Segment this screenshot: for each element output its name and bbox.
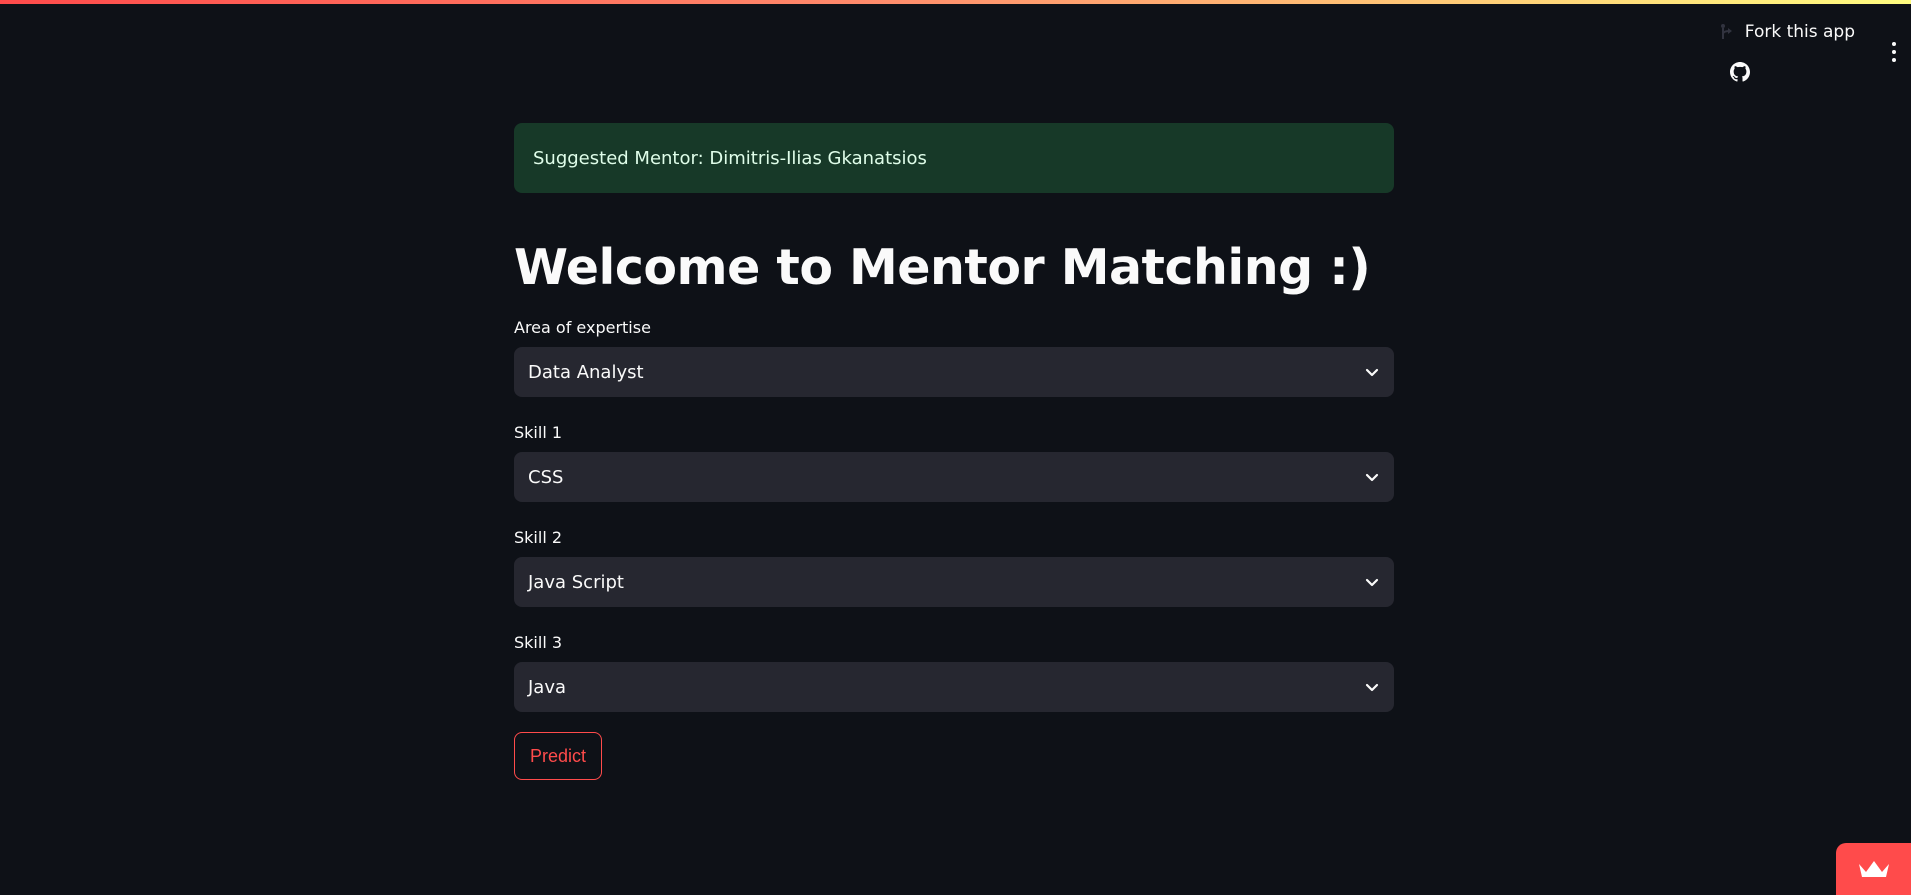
chevron-down-icon	[1365, 368, 1379, 377]
skill-2-field: Skill 2 Java Script	[514, 528, 1394, 607]
chevron-down-icon	[1365, 578, 1379, 587]
skill-2-select[interactable]: Java Script	[514, 557, 1394, 607]
toolbar: Fork this app	[1719, 22, 1855, 42]
kebab-dot	[1892, 42, 1896, 46]
alert-text: Suggested Mentor: Dimitris-Ilias Gkanats…	[533, 147, 927, 169]
skill-3-label: Skill 3	[514, 633, 563, 652]
fork-icon	[1720, 24, 1732, 39]
skill-3-field: Skill 3 Java	[514, 633, 1394, 712]
streamlit-badge[interactable]	[1836, 843, 1911, 895]
streamlit-crown-icon	[1858, 861, 1889, 877]
predict-button[interactable]: Predict	[514, 732, 603, 780]
kebab-dot	[1892, 58, 1896, 62]
skill-1-label: Skill 1	[514, 423, 563, 442]
chevron-down-icon	[1365, 473, 1379, 482]
select-value: CSS	[528, 466, 564, 488]
github-icon[interactable]	[1730, 62, 1750, 82]
top-decoration-bar	[0, 0, 1911, 4]
skill-1-field: Skill 1 CSS	[514, 423, 1394, 502]
area-of-expertise-select[interactable]: Data Analyst	[514, 347, 1394, 397]
fork-app-button[interactable]: Fork this app	[1745, 22, 1855, 42]
main-content: Suggested Mentor: Dimitris-Ilias Gkanats…	[514, 123, 1394, 780]
chevron-down-icon	[1365, 683, 1379, 692]
skill-2-label: Skill 2	[514, 528, 563, 547]
skill-1-select[interactable]: CSS	[514, 452, 1394, 502]
success-alert: Suggested Mentor: Dimitris-Ilias Gkanats…	[514, 123, 1394, 193]
select-value: Java	[528, 676, 567, 698]
area-of-expertise-field: Area of expertise Data Analyst	[514, 318, 1394, 397]
page-title: Welcome to Mentor Matching :)	[514, 239, 1371, 296]
kebab-dot	[1892, 50, 1896, 54]
main-menu-button[interactable]	[1891, 42, 1897, 62]
select-value: Data Analyst	[528, 361, 644, 383]
skill-3-select[interactable]: Java	[514, 662, 1394, 712]
area-of-expertise-label: Area of expertise	[514, 318, 651, 337]
select-value: Java Script	[528, 571, 624, 593]
